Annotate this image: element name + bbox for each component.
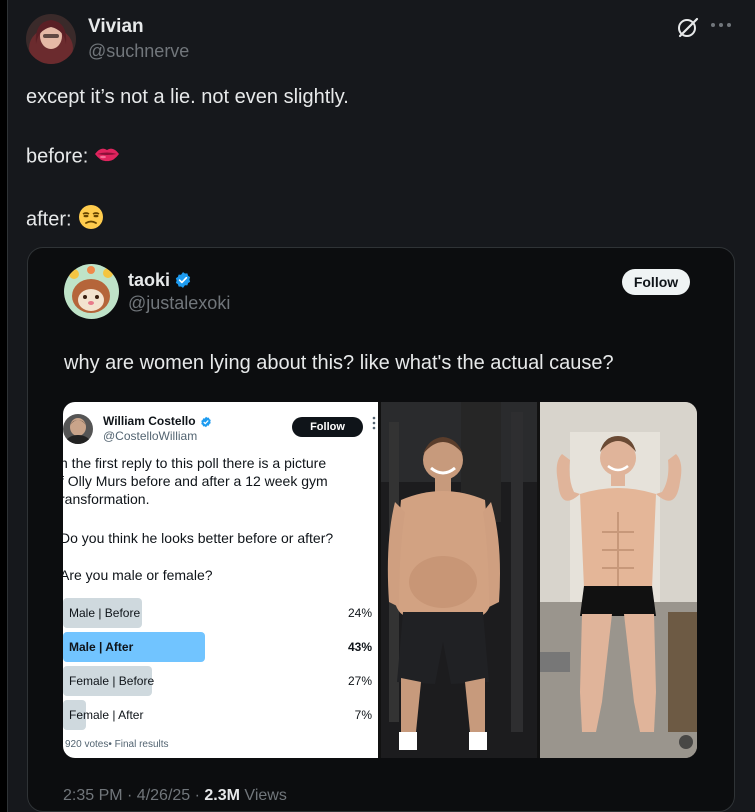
- quoted-post-media[interactable]: William Costello @CostelloWilliam Follow…: [63, 402, 697, 758]
- post-timestamp[interactable]: 2:35 PM · 4/26/25 · 2.3M Views: [63, 787, 287, 805]
- poll-text-line: Do you think he looks better before or a…: [63, 530, 334, 546]
- before-photo[interactable]: [381, 402, 537, 758]
- poll-follow-button: Follow: [292, 417, 363, 437]
- verified-badge-icon: [174, 271, 192, 294]
- poll-option-percent: 7%: [354, 708, 372, 722]
- post-text-line: except it’s not a lie. not even slightly…: [26, 86, 349, 108]
- poll-more-icon: [372, 416, 376, 435]
- quoted-author-name[interactable]: taoki: [128, 270, 192, 294]
- poll-screenshot: William Costello @CostelloWilliam Follow…: [63, 402, 378, 758]
- views-label: Views: [239, 787, 287, 804]
- quoted-author-name-text: taoki: [128, 270, 171, 290]
- poll-option-label: Female | Before: [69, 674, 155, 688]
- author-handle[interactable]: @suchnerve: [88, 41, 189, 62]
- poll-text-line: Are you male or female?: [63, 567, 213, 583]
- quoted-post[interactable]: taoki @justalexoki Follow why are women …: [27, 247, 735, 812]
- poll-option: Female | After 7%: [63, 700, 378, 730]
- poll-option-percent: 27%: [347, 674, 372, 688]
- unamused-face-icon: [78, 204, 104, 236]
- post-text-before: before:: [26, 145, 120, 169]
- quoted-author-avatar[interactable]: [64, 264, 119, 319]
- grok-icon[interactable]: [676, 15, 700, 39]
- poll-text-line: n the first reply to this poll there is …: [63, 455, 327, 471]
- timestamp-text: 2:35 PM · 4/26/25 ·: [63, 787, 205, 804]
- poll-author-handle: @CostelloWilliam: [103, 429, 198, 443]
- poll-option: Female | Before 27%: [63, 666, 378, 696]
- poll-text-line: ransformation.: [63, 491, 150, 507]
- post-text-before-label: before:: [26, 145, 89, 168]
- post-text-after-label: after:: [26, 208, 72, 231]
- views-count: 2.3M: [204, 787, 240, 804]
- poll-meta: 920 votes• Final results: [65, 739, 169, 750]
- lips-icon: [94, 145, 120, 169]
- quoted-post-text: why are women lying about this? like wha…: [64, 352, 614, 374]
- follow-button[interactable]: Follow: [622, 269, 690, 295]
- after-photo[interactable]: [540, 402, 697, 758]
- poll-option: Male | After 43%: [63, 632, 378, 662]
- author-name[interactable]: Vivian: [88, 16, 144, 38]
- quoted-author-handle[interactable]: @justalexoki: [128, 293, 230, 314]
- poll-option-percent: 24%: [347, 606, 372, 620]
- poll-verified-badge-icon: [200, 416, 212, 431]
- poll-option-label: Female | After: [69, 708, 144, 722]
- poll-option: Male | Before 24%: [63, 598, 378, 628]
- poll-option-percent: 43%: [347, 640, 372, 654]
- poll-option-label: Male | Before: [69, 606, 141, 620]
- poll-option-label: Male | After: [69, 640, 134, 654]
- author-avatar[interactable]: [26, 14, 76, 64]
- poll-author-avatar: [63, 414, 93, 444]
- poll-author-name-text: William Costello: [103, 414, 196, 428]
- poll-text-line: f Olly Murs before and after a 12 week g…: [63, 473, 328, 489]
- more-options-icon[interactable]: [710, 13, 732, 34]
- post-text-after: after:: [26, 204, 104, 236]
